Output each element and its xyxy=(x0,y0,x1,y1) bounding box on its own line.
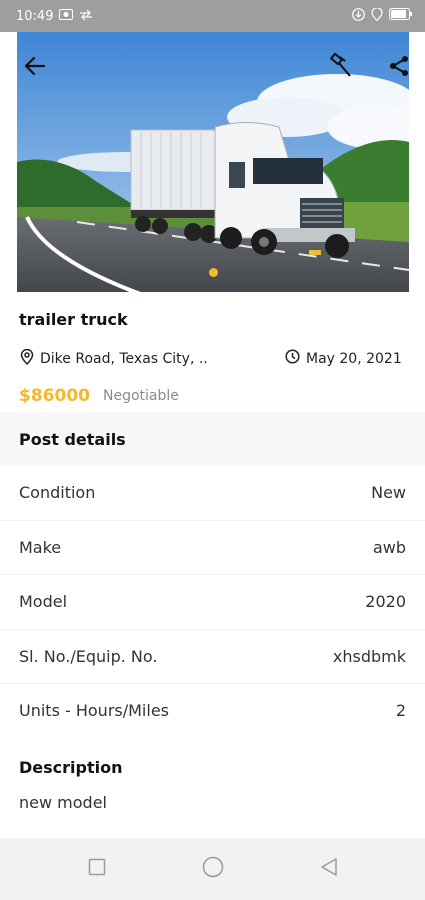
detail-value: xhsdbmk xyxy=(332,646,406,666)
share-button[interactable] xyxy=(383,50,409,82)
listing-location: Dike Road, Texas City, .. xyxy=(20,348,208,369)
download-icon xyxy=(352,7,365,25)
system-back-button[interactable] xyxy=(317,857,341,881)
carousel-indicator-dot xyxy=(209,268,218,277)
detail-row-units: Units - Hours/Miles 2 xyxy=(0,684,425,739)
listing-detail-screen: 10:49 trailer truck Dike Road, Texas Cit… xyxy=(0,0,425,900)
listing-title: trailer truck xyxy=(19,310,128,329)
status-time: 10:49 xyxy=(16,8,54,24)
back-button[interactable] xyxy=(19,50,51,82)
post-details-heading: Post details xyxy=(0,412,425,466)
square-icon xyxy=(88,858,106,880)
description-section: Description new model xyxy=(0,738,425,838)
detail-value: awb xyxy=(372,537,406,557)
status-bar: 10:49 xyxy=(0,0,425,32)
detail-row-make: Make awb xyxy=(0,521,425,575)
detail-label: Condition xyxy=(19,483,96,503)
location-text: Dike Road, Texas City, .. xyxy=(40,351,208,367)
detail-value: 2020 xyxy=(365,592,406,612)
price-negotiable-label: Negotiable xyxy=(103,388,179,404)
detail-label: Model xyxy=(19,592,68,612)
data-transfer-icon xyxy=(79,9,93,24)
description-heading: Description xyxy=(19,758,123,777)
share-icon xyxy=(388,55,409,77)
hammer-icon xyxy=(328,53,354,79)
listing-summary: trailer truck Dike Road, Texas City, .. … xyxy=(0,292,425,412)
date-text: May 20, 2021 xyxy=(306,350,402,367)
system-navigation-bar xyxy=(0,838,425,900)
post-details-list: Condition New Make awb Model 2020 Sl. No… xyxy=(0,466,425,739)
detail-row-serial-number: Sl. No./Equip. No. xhsdbmk xyxy=(0,630,425,684)
detail-label: Units - Hours/Miles xyxy=(19,701,169,721)
detail-row-model: Model 2020 xyxy=(0,575,425,630)
listing-date: May 20, 2021 xyxy=(285,349,402,368)
circle-icon xyxy=(202,856,224,882)
home-button[interactable] xyxy=(201,856,225,882)
listing-price: $86000 xyxy=(19,386,90,406)
image-notification-icon xyxy=(59,8,74,24)
detail-value: 2 xyxy=(395,701,406,721)
bid-button[interactable] xyxy=(325,50,357,82)
location-status-icon xyxy=(371,6,383,25)
location-pin-icon xyxy=(20,348,34,369)
description-text: new model xyxy=(19,793,107,812)
clock-icon xyxy=(285,349,300,368)
detail-label: Make xyxy=(19,537,62,557)
detail-label: Sl. No./Equip. No. xyxy=(19,646,158,666)
battery-icon xyxy=(389,8,413,24)
listing-image-carousel[interactable] xyxy=(17,32,409,300)
detail-value: New xyxy=(371,483,406,503)
recents-button[interactable] xyxy=(85,857,109,881)
triangle-back-icon xyxy=(320,857,338,881)
detail-row-condition: Condition New xyxy=(0,466,425,521)
arrow-left-icon xyxy=(24,55,46,77)
